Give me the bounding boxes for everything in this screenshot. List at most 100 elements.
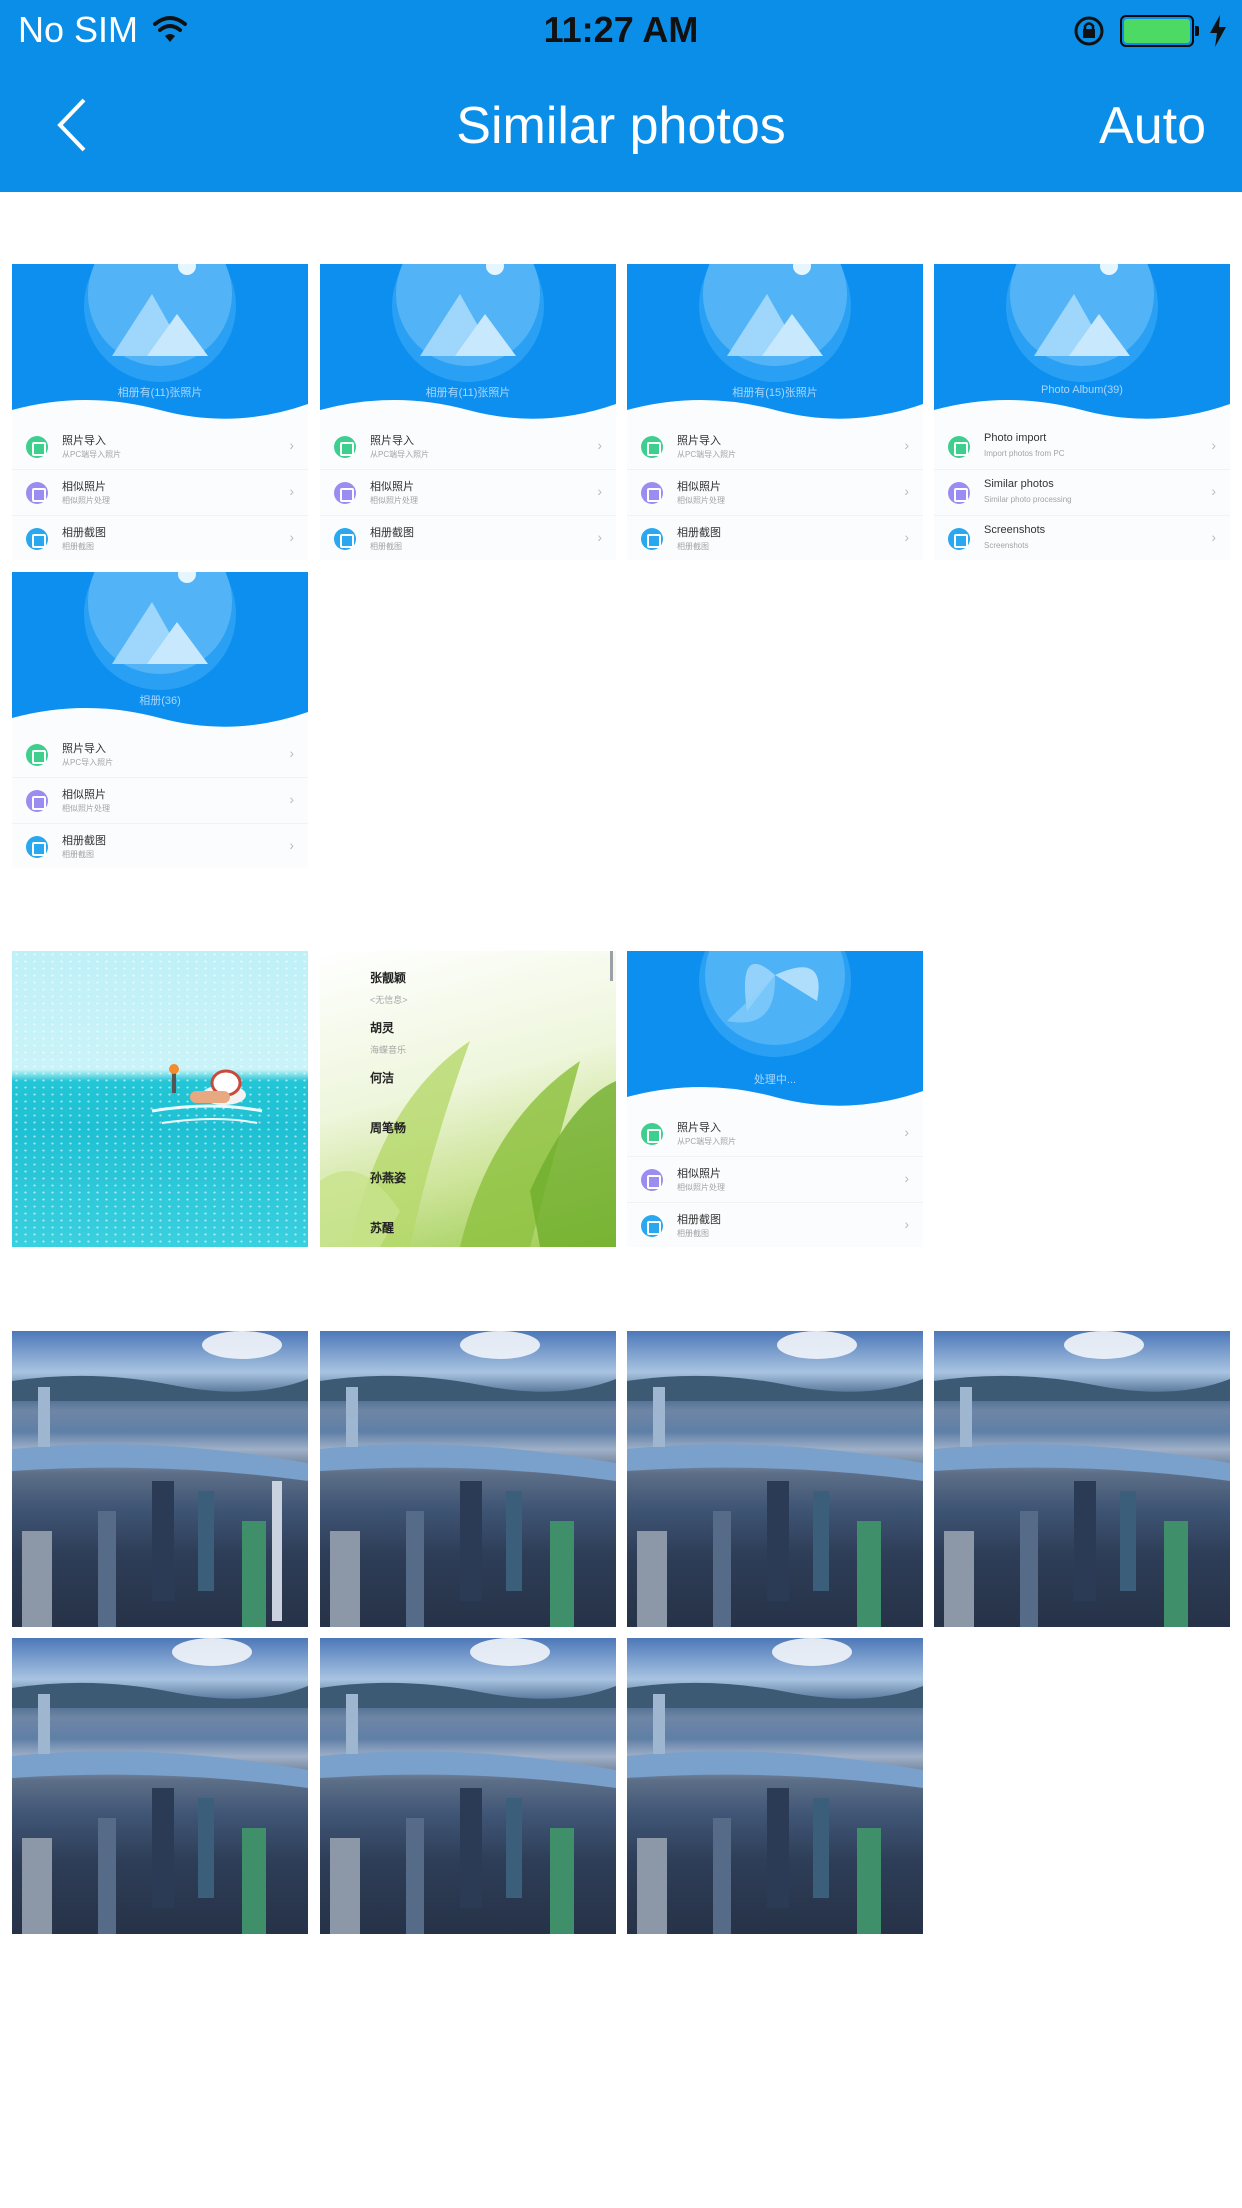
crop-icon (948, 528, 970, 550)
processing-label: 处理中... (753, 1074, 797, 1086)
menu-row-screenshots: Screenshots Screenshots › (934, 516, 1230, 560)
similar-icon (948, 482, 970, 504)
menu-row-screenshots: 相册截图 相册截图 › (627, 516, 923, 560)
chevron-right-icon: › (1211, 437, 1216, 453)
photo-thumb[interactable]: 相册有(11)张照片 照片导入 从PC端导入照片 › 相似照片 相似照片处理 › 相册截… (320, 264, 616, 560)
similar-icon (26, 482, 48, 504)
leaves-illustration (320, 951, 616, 1247)
contact-name: 苏醒 (370, 1221, 395, 1235)
page-title: Similar photos (456, 97, 786, 155)
album-illustration (12, 264, 308, 424)
city-skyline (12, 1638, 308, 1934)
chevron-right-icon: › (289, 437, 294, 453)
photo-thumb[interactable] (934, 1331, 1230, 1627)
contact-subtitle: <无信息> (370, 995, 408, 1005)
status-time: 11:27 AM (543, 9, 699, 50)
city-skyline (627, 1331, 923, 1627)
app-header: 相册有(11)张照片 (320, 264, 616, 424)
photo-thumb[interactable]: 相册有(11)张照片 照片导入 从PC端导入照片 › 相似照片 相似照片处理 › 相册截… (12, 264, 308, 560)
menu-row-similar: 相似照片 相似照片处理 › (627, 1157, 923, 1203)
album-illustration (320, 264, 616, 424)
menu-row-import: 照片导入 从PC端导入照片 › (627, 1111, 923, 1157)
chevron-right-icon: › (289, 791, 294, 807)
app-header: Photo Album(39) (934, 264, 1230, 424)
swimmer-illustration (151, 1064, 263, 1124)
photo-thumb[interactable] (627, 1638, 923, 1934)
chevron-right-icon: › (289, 837, 294, 853)
album-illustration (627, 264, 923, 424)
menu-row-screenshots: 相册截图 相册截图 › (627, 1203, 923, 1247)
menu-row-screenshots: 相册截图 相册截图 › (12, 516, 308, 560)
import-icon (948, 436, 970, 458)
photo-thumb[interactable] (320, 1331, 616, 1627)
photo-thumb[interactable] (12, 951, 308, 1247)
menu-row-import: 照片导入 从PC端导入照片 › (320, 424, 616, 470)
photo-thumb[interactable]: 张靓颖 <无信息> 胡灵 海蝶音乐 何洁 周笔畅 孙燕姿 苏醒 (320, 951, 616, 1247)
battery-icon (1120, 15, 1199, 47)
photo-thumb[interactable] (12, 1331, 308, 1627)
chevron-right-icon: › (289, 529, 294, 545)
album-count: 相册有(15)张照片 (732, 387, 818, 399)
status-indicators (1072, 12, 1228, 50)
album-count: Photo Album(39) (1041, 384, 1123, 396)
photo-thumb[interactable] (320, 1638, 616, 1934)
import-icon (334, 436, 356, 458)
photo-thumb[interactable]: 处理中... 照片导入 从PC端导入照片 › 相似照片 相似照片处理 › 相册截图 相册截… (627, 951, 923, 1247)
photo-thumb[interactable]: 相册(36) 照片导入 从PC导入照片 › 相似照片 相似照片处理 › 相册截图 相册截图… (12, 572, 308, 868)
crop-icon (641, 528, 663, 550)
contact-name: 孙燕姿 (370, 1171, 407, 1185)
crop-icon (334, 528, 356, 550)
contact-name: 张靓颖 (370, 971, 407, 985)
contact-name: 何洁 (370, 1071, 395, 1085)
album-count: 相册有(11)张照片 (425, 387, 511, 399)
album-count: 相册(36) (139, 695, 181, 707)
photo-thumb[interactable]: Photo Album(39) Photo import Import photo… (934, 264, 1230, 560)
album-illustration (12, 572, 308, 732)
crop-icon (26, 528, 48, 550)
chevron-right-icon: › (597, 437, 602, 453)
chevron-right-icon: › (289, 745, 294, 761)
city-skyline (627, 1638, 923, 1934)
import-icon (26, 436, 48, 458)
menu-row-import: 照片导入 从PC端导入照片 › (12, 424, 308, 470)
menu-row-similar: Similar photos Similar photo processing › (934, 470, 1230, 516)
auto-button[interactable]: Auto (1099, 94, 1206, 158)
menu-row-screenshots: 相册截图 相册截图 › (320, 516, 616, 560)
import-icon (641, 436, 663, 458)
crop-icon (641, 1215, 663, 1237)
import-icon (26, 744, 48, 766)
similar-icon (641, 482, 663, 504)
charging-bolt-icon (1210, 15, 1226, 47)
chevron-right-icon: › (904, 1170, 909, 1186)
menu-row-import: 照片导入 从PC导入照片 › (12, 732, 308, 778)
menu-row-similar: 相似照片 相似照片处理 › (12, 778, 308, 824)
app-header: 相册有(15)张照片 (627, 264, 923, 424)
photo-thumb[interactable]: 相册有(15)张照片 照片导入 从PC端导入照片 › 相似照片 相似照片处理 › 相册截… (627, 264, 923, 560)
app-header: 处理中... (627, 951, 923, 1111)
import-icon (641, 1123, 663, 1145)
menu-row-import: Photo import Import photos from PC › (934, 424, 1230, 470)
photo-thumb[interactable] (12, 1638, 308, 1934)
photo-thumb[interactable] (627, 1331, 923, 1627)
app-header: 相册(36) (12, 572, 308, 732)
crop-icon (26, 836, 48, 858)
similar-icon (641, 1169, 663, 1191)
app-header: 相册有(11)张照片 (12, 264, 308, 424)
chevron-right-icon: › (904, 1216, 909, 1232)
chevron-right-icon: › (289, 483, 294, 499)
chevron-right-icon: › (597, 483, 602, 499)
city-skyline (12, 1331, 308, 1627)
album-count: 相册有(11)张照片 (117, 387, 203, 399)
contact-name: 周笔畅 (370, 1121, 407, 1135)
chevron-right-icon: › (904, 1124, 909, 1140)
city-skyline (320, 1331, 616, 1627)
similar-icon (334, 482, 356, 504)
menu-row-similar: 相似照片 相似照片处理 › (12, 470, 308, 516)
contact-name: 胡灵 (370, 1021, 395, 1035)
contact-subtitle: 海蝶音乐 (370, 1045, 407, 1055)
similar-icon (26, 790, 48, 812)
city-skyline (934, 1331, 1230, 1627)
navigation-bar: No SIM 11:27 AM Similar photos Auto (0, 0, 1242, 192)
chevron-right-icon: › (904, 483, 909, 499)
menu-row-similar: 相似照片 相似照片处理 › (627, 470, 923, 516)
